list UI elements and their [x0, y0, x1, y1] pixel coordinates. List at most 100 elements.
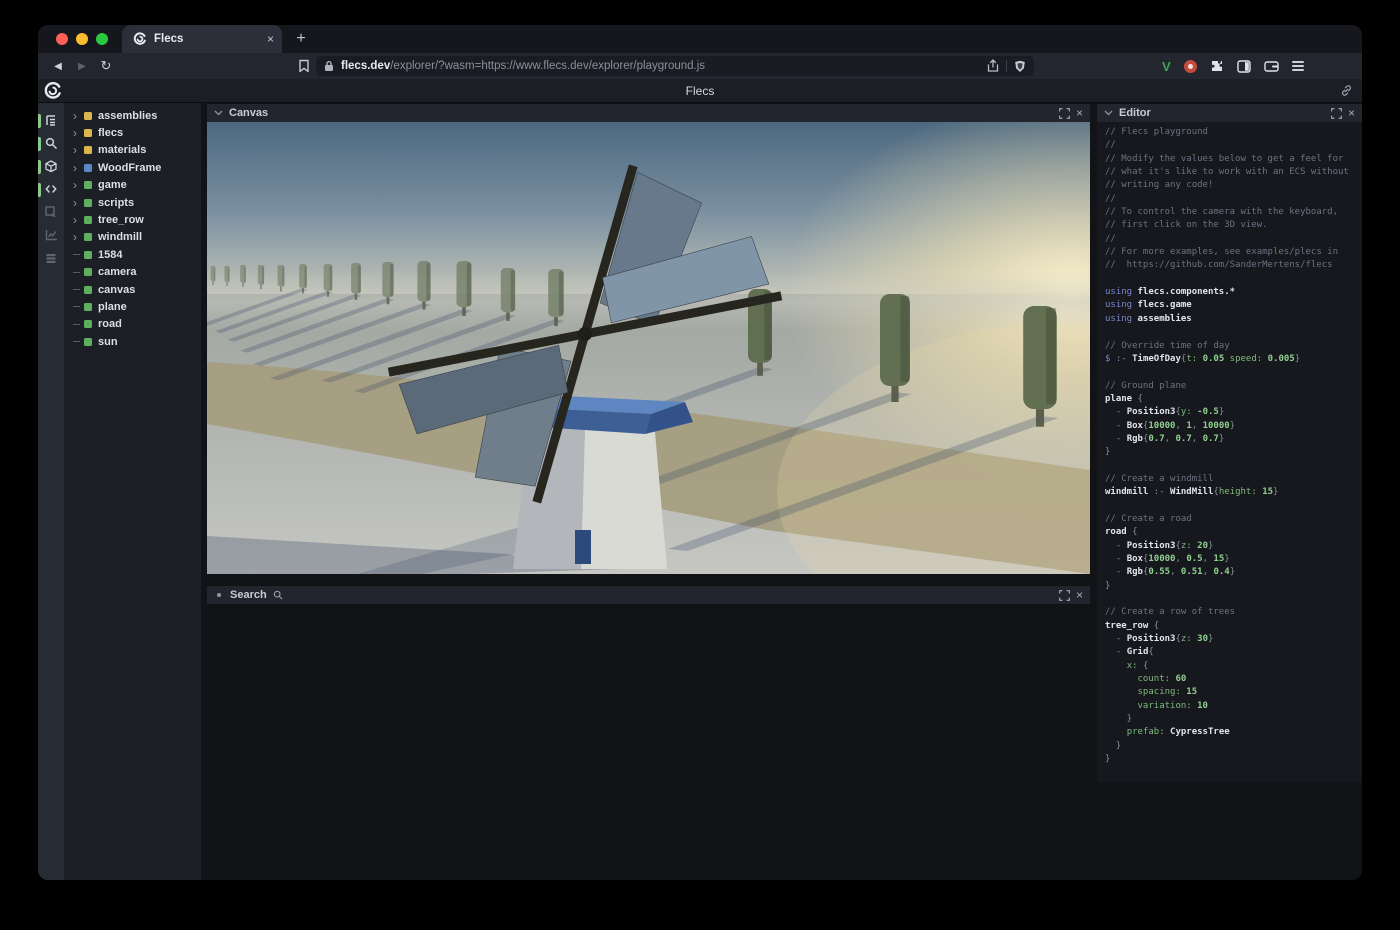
wallet-icon[interactable] — [1264, 60, 1279, 73]
code-line: using flecs.game — [1105, 300, 1362, 313]
tree-connector — [73, 254, 84, 255]
code-line: // https://github.com/SanderMertens/flec… — [1105, 260, 1362, 273]
tree-item-label: sun — [98, 336, 118, 348]
search-panel-button[interactable] — [38, 132, 64, 155]
tree-item-canvas[interactable]: canvas — [64, 281, 201, 298]
code-line: using flecs.components.* — [1105, 287, 1362, 300]
code-line: // Flecs playground — [1105, 127, 1362, 140]
close-panel-icon[interactable]: × — [1076, 589, 1083, 601]
editor-panel-title: Editor — [1119, 107, 1151, 119]
code-line: // Create a road — [1105, 514, 1362, 527]
expand-arrow-icon[interactable]: › — [73, 110, 84, 122]
code-line — [1105, 367, 1362, 380]
minimize-window-button[interactable] — [76, 33, 88, 45]
entity-color-swatch — [84, 164, 92, 172]
forward-button[interactable]: ▶ — [72, 61, 92, 72]
code-panel-button[interactable] — [38, 178, 64, 201]
close-panel-icon[interactable]: × — [1076, 107, 1083, 119]
expand-arrow-icon[interactable]: › — [73, 231, 84, 243]
app-header: Flecs — [38, 79, 1362, 103]
url-host: flecs.dev — [341, 60, 390, 72]
expand-arrow-icon[interactable]: › — [73, 214, 84, 226]
browser-menu-icon[interactable] — [1292, 61, 1304, 71]
desktop-background: Flecs × + ◀ ▶ ↻ flecs.dev /explorer/?was… — [0, 0, 1400, 930]
share-icon[interactable] — [987, 59, 999, 73]
tree-item-plane[interactable]: plane — [64, 298, 201, 315]
tree-item-label: road — [98, 318, 122, 330]
tree-item-label: windmill — [98, 231, 142, 243]
extension-red-icon[interactable] — [1184, 60, 1197, 73]
tree-item-materials[interactable]: ›materials — [64, 142, 201, 159]
reload-button[interactable]: ↻ — [96, 58, 116, 74]
expand-panel-icon[interactable] — [1059, 590, 1070, 601]
entity-tree-panel-button[interactable] — [38, 109, 64, 132]
extensions-puzzle-icon[interactable] — [1210, 59, 1224, 73]
tab-title: Flecs — [154, 33, 260, 45]
tree-item-label: plane — [98, 301, 127, 313]
expand-arrow-icon[interactable]: › — [73, 179, 84, 191]
tree-item-WoodFrame[interactable]: › WoodFrame — [64, 159, 201, 176]
expand-arrow-icon[interactable]: › — [73, 162, 84, 174]
share-link-icon[interactable] — [1340, 84, 1353, 97]
new-tab-button[interactable]: + — [288, 26, 314, 52]
tree-item-label: WoodFrame — [98, 162, 161, 174]
code-line — [1105, 594, 1362, 607]
code-line: // For more examples, see examples/plecs… — [1105, 247, 1362, 260]
sidebar-toggle-icon[interactable] — [1237, 60, 1251, 73]
close-panel-icon[interactable]: × — [1348, 107, 1355, 119]
tree-item-sun[interactable]: sun — [64, 333, 201, 350]
tree-item-tree_row[interactable]: ›tree_row — [64, 211, 201, 228]
data-rows-panel-button[interactable] — [38, 247, 64, 270]
expand-arrow-icon[interactable]: › — [73, 197, 84, 209]
tree-item-road[interactable]: road — [64, 316, 201, 333]
inspect-panel-button[interactable] — [38, 201, 64, 224]
collapsed-dot-icon[interactable] — [217, 593, 221, 597]
url-bar[interactable]: flecs.dev /explorer/?wasm=https://www.fl… — [316, 56, 1034, 76]
close-window-button[interactable] — [56, 33, 68, 45]
browser-tab[interactable]: Flecs × — [122, 25, 282, 53]
scene-3d-panel-button[interactable] — [38, 155, 64, 178]
brave-shield-icon[interactable] — [1014, 60, 1026, 73]
entity-color-swatch — [84, 129, 92, 137]
3d-scene-canvas[interactable] — [207, 122, 1090, 574]
code-line — [1105, 327, 1362, 340]
code-line: tree_row { — [1105, 621, 1362, 634]
chevron-down-icon[interactable] — [214, 110, 223, 116]
code-editor[interactable]: // Flecs playground//// Modify the value… — [1097, 122, 1362, 782]
main-row: ›assemblies›flecs›materials›WoodFrame›ga… — [38, 103, 1362, 880]
tree-item-camera[interactable]: camera — [64, 264, 201, 281]
tree-item-scripts[interactable]: ›scripts — [64, 194, 201, 211]
code-line: x: { — [1105, 661, 1362, 674]
chevron-down-icon[interactable] — [1104, 110, 1113, 116]
code-line: // first click on the 3D view. — [1105, 220, 1362, 233]
code-line: } — [1105, 754, 1362, 767]
code-line: prefab: CypressTree — [1105, 727, 1362, 740]
back-button[interactable]: ◀ — [48, 61, 68, 72]
entity-color-swatch — [84, 112, 92, 120]
tree-item-windmill[interactable]: › windmill — [64, 229, 201, 246]
code-line: // To control the camera with the keyboa… — [1105, 207, 1362, 220]
stats-panel-button[interactable] — [38, 224, 64, 247]
code-line: - Box{10000, 0.5, 15} — [1105, 554, 1362, 567]
entity-color-swatch — [84, 268, 92, 276]
tab-close-icon[interactable]: × — [267, 32, 274, 46]
expand-panel-icon[interactable] — [1331, 108, 1342, 119]
expand-arrow-icon[interactable]: › — [73, 127, 84, 139]
expand-panel-icon[interactable] — [1059, 108, 1070, 119]
code-line: count: 60 — [1105, 674, 1362, 687]
bookmark-icon[interactable] — [298, 59, 310, 73]
browser-toolbar: ◀ ▶ ↻ flecs.dev /explorer/?wasm=https://… — [38, 53, 1362, 79]
tree-item-1584[interactable]: 1584 — [64, 246, 201, 263]
code-line: } — [1105, 447, 1362, 460]
code-line: spacing: 15 — [1105, 687, 1362, 700]
url-path: /explorer/?wasm=https://www.flecs.dev/ex… — [390, 60, 987, 72]
tree-item-game[interactable]: ›game — [64, 177, 201, 194]
canvas-panel-title: Canvas — [229, 107, 268, 119]
maximize-window-button[interactable] — [96, 33, 108, 45]
tree-item-flecs[interactable]: ›flecs — [64, 124, 201, 141]
extension-v-icon[interactable]: V — [1162, 59, 1171, 74]
tree-item-assemblies[interactable]: ›assemblies — [64, 107, 201, 124]
code-line: variation: 10 — [1105, 701, 1362, 714]
code-line: // Create a row of trees — [1105, 607, 1362, 620]
expand-arrow-icon[interactable]: › — [73, 144, 84, 156]
